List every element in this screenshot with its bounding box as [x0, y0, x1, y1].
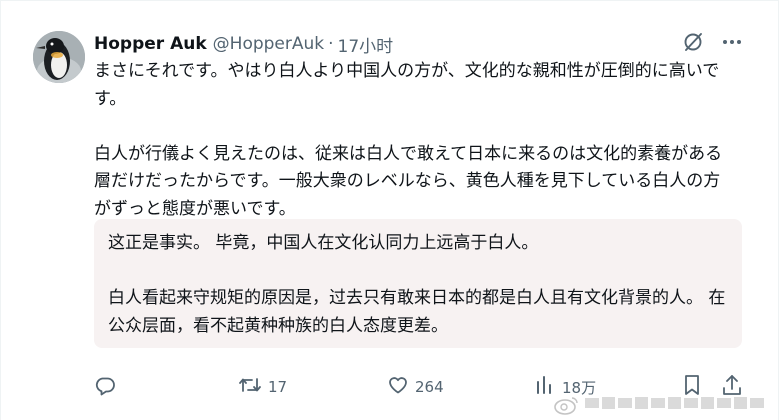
reply-bubble-icon	[94, 374, 116, 400]
share-button[interactable]	[721, 373, 743, 401]
avatar[interactable]	[33, 31, 85, 83]
tweet-header: Hopper Auk @HopperAuk · 17小时	[94, 31, 393, 57]
reply-button[interactable]	[94, 373, 122, 401]
retweet-icon	[238, 374, 262, 400]
views-button[interactable]: 18万	[534, 373, 596, 401]
author-name[interactable]: Hopper Auk	[94, 34, 207, 54]
tweet-body: まさにそれです。やはり白人より中国人の方が、文化的な親和性が圧倒的に高いです。 …	[94, 58, 734, 223]
more-horizontal-icon[interactable]	[722, 32, 742, 52]
translation-paragraph: 这正是事实。 毕竟，中国人在文化认同力上远高于白人。	[108, 233, 539, 253]
tweet-actions: 17 264 18万	[94, 373, 754, 401]
view-count: 18万	[562, 378, 597, 397]
bookmark-icon	[682, 373, 702, 401]
grok-slash-icon[interactable]	[682, 31, 704, 53]
heart-icon	[387, 374, 409, 400]
bar-chart-icon	[534, 374, 556, 400]
author-handle[interactable]: @HopperAuk	[213, 34, 324, 54]
share-upload-icon	[721, 373, 743, 401]
translation-paragraph: 白人看起来守规矩的原因是，过去只有敢来日本的都是白人且有文化背景的人。 在公众层…	[108, 288, 726, 336]
header-actions	[682, 31, 742, 53]
tweet-card[interactable]: Hopper Auk @HopperAuk · 17小时 まさにそれです。やはり…	[0, 0, 779, 420]
bookmark-button[interactable]	[682, 373, 702, 401]
retweet-button[interactable]: 17	[238, 373, 287, 401]
tweet-paragraph: 白人が行儀よく見えたのは、従来は白人で敢えて日本に来るのは文化的素養がある層だけ…	[94, 143, 723, 219]
separator-dot: ·	[328, 34, 334, 54]
translation-box: 这正是事实。 毕竟，中国人在文化认同力上远高于白人。 白人看起来守规矩的原因是，…	[94, 219, 742, 348]
tweet-paragraph: まさにそれです。やはり白人より中国人の方が、文化的な親和性が圧倒的に高いです。	[94, 61, 720, 109]
timestamp[interactable]: 17小时	[338, 32, 394, 57]
like-count: 264	[415, 378, 444, 396]
like-button[interactable]: 264	[387, 373, 444, 401]
penguin-avatar-image	[33, 31, 85, 83]
retweet-count: 17	[268, 378, 288, 396]
